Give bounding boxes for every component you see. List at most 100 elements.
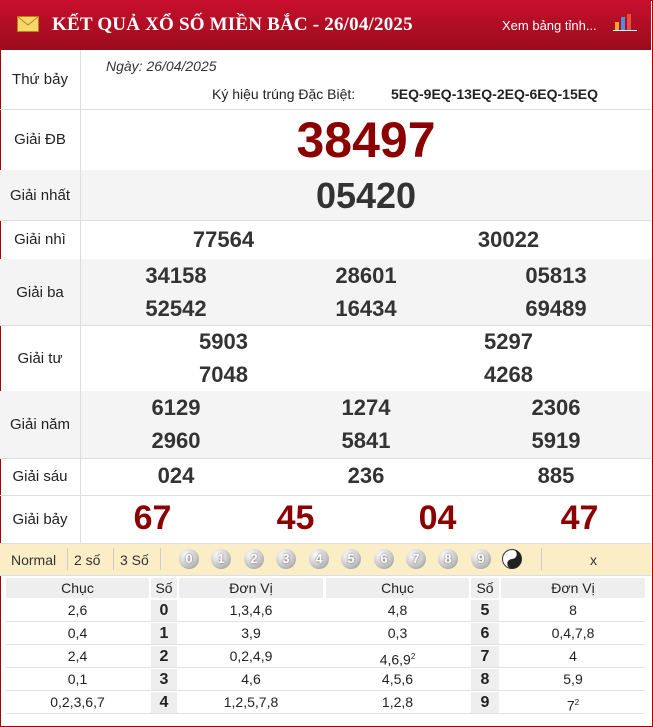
prize-row-sau: Giải sáu 024 236 885	[0, 458, 651, 496]
prize-number: 5919	[531, 428, 581, 453]
loto-value: 2,4	[67, 648, 88, 664]
loto-value: 1,2,5,7,8	[223, 694, 279, 710]
digit-ball-4[interactable]: 4	[309, 549, 329, 569]
loto-cell-donvi: 1,2,5,7,8	[179, 692, 323, 713]
prize-number: 69489	[525, 296, 587, 321]
loto-cell-chuc: 4,8	[326, 600, 469, 621]
loto-cell-chuc: 1,2,8	[326, 692, 469, 713]
prize-number: 16434	[335, 296, 397, 321]
row-divider	[6, 713, 645, 714]
loto-value: 7	[566, 697, 575, 714]
digit-ball-1[interactable]: 1	[211, 549, 231, 569]
loto-cell-donvi: 72	[501, 692, 645, 714]
loto-cell-chuc: 0,3	[326, 623, 469, 644]
prize-number: 5297	[484, 329, 533, 354]
digit-ball-2[interactable]: 2	[244, 549, 264, 569]
draw-date: Ngày: 26/04/2025	[106, 58, 217, 74]
info-row: Thứ bảy Ngày: 26/04/2025 Ký hiệu trúng Đ…	[0, 50, 651, 110]
close-filter-button[interactable]: x	[590, 552, 597, 568]
digit-ball-8[interactable]: 8	[438, 549, 458, 569]
loto-value: 4,8	[387, 602, 408, 618]
bar-chart-icon[interactable]	[613, 13, 637, 31]
divider	[67, 548, 68, 570]
digit-ball-5[interactable]: 5	[341, 549, 361, 569]
loto-header-donvi: Đơn Vị	[179, 578, 323, 598]
loto-cell-chuc: 4,6,92	[326, 646, 469, 668]
prize-label: Giải nhì	[0, 220, 81, 259]
loto-header-chuc: Chục	[326, 578, 469, 598]
loto-header-chuc: Chục	[6, 578, 149, 598]
digit-ball-6[interactable]: 6	[374, 549, 394, 569]
loto-value: 8	[480, 671, 490, 688]
loto-cell-so: 6	[471, 623, 499, 644]
prize-label: Giải sáu	[0, 458, 81, 495]
envelope-icon[interactable]	[17, 16, 39, 32]
loto-cell-donvi: 3,9	[179, 623, 323, 644]
loto-cell-donvi: 0,4,7,8	[501, 623, 645, 644]
prize-number: 236	[347, 463, 385, 488]
prize-row-tu: Giải tư 5903 5297 7048 4268	[0, 325, 651, 392]
digit-ball-7[interactable]: 7	[406, 549, 426, 569]
loto-value: 4,5,6	[381, 671, 414, 687]
divider	[113, 548, 114, 570]
prize-row-ba: Giải ba 34158 28601 05813 52542 16434 69…	[0, 259, 651, 326]
prize-row-nhat: Giải nhất 05420	[0, 170, 651, 221]
loto-cell-chuc: 0,1	[6, 669, 149, 690]
loto-cell-chuc: 2,6	[6, 600, 149, 621]
loto-cell-donvi: 1,3,4,6	[179, 600, 323, 621]
prize-number: 52542	[145, 296, 207, 321]
yin-yang-icon[interactable]	[502, 549, 522, 569]
loto-header-so: Số	[151, 578, 177, 598]
loto-value: 1,3,4,6	[229, 602, 273, 618]
divider	[541, 548, 542, 570]
loto-value: 0,2,4,9	[229, 648, 273, 664]
prize-number: 024	[157, 463, 195, 488]
digit-ball-3[interactable]: 3	[276, 549, 296, 569]
special-code-label: Ký hiệu trúng Đặc Biệt:	[212, 86, 356, 102]
loto-value: 0,3	[387, 625, 408, 641]
loto-cell-chuc: 0,2,3,6,7	[6, 692, 149, 713]
loto-cell-so: 2	[151, 646, 177, 667]
prize-label: Giải ba	[0, 259, 81, 325]
prize-number: 38497	[296, 112, 436, 168]
row-divider	[6, 667, 645, 668]
loto-cell-so: 3	[151, 669, 177, 690]
loto-value: 0,4	[67, 625, 88, 641]
loto-cell-donvi: 4,6	[179, 669, 323, 690]
digit-ball-0[interactable]: 0	[179, 549, 199, 569]
loto-value: 0,2,3,6,7	[50, 694, 105, 710]
prize-number: 45	[276, 499, 315, 537]
page-title: KẾT QUẢ XỔ SỐ MIỀN BẮC - 26/04/2025	[52, 14, 413, 35]
prize-row-db: Giải ĐB 38497	[0, 109, 651, 171]
prize-number: 6129	[151, 395, 201, 420]
loto-value: 8	[569, 602, 577, 618]
loto-value: 0,1	[67, 671, 88, 687]
filter-3-digits[interactable]: 3 Số	[120, 552, 149, 568]
loto-value: 3,9	[241, 625, 261, 641]
prize-label: Giải năm	[0, 391, 81, 458]
loto-value: 0	[159, 602, 169, 619]
prize-number: 5841	[341, 428, 391, 453]
row-divider	[6, 690, 645, 691]
prize-label: Giải tư	[0, 325, 81, 391]
filter-normal[interactable]: Normal	[11, 552, 56, 568]
prize-number: 34158	[145, 263, 207, 288]
header-bar: KẾT QUẢ XỔ SỐ MIỀN BẮC - 26/04/2025 Xem …	[0, 0, 651, 50]
prize-number: 28601	[335, 263, 397, 288]
filter-2-digits[interactable]: 2 số	[74, 552, 100, 568]
digit-ball-9[interactable]: 9	[471, 549, 491, 569]
prize-label: Giải bảy	[0, 495, 81, 543]
loto-value: 3	[159, 671, 169, 688]
prize-number: 4268	[484, 362, 533, 387]
loto-cell-so: 7	[471, 646, 499, 667]
prize-number: 885	[537, 463, 575, 488]
view-provinces-link[interactable]: Xem bảng tỉnh...	[502, 18, 597, 33]
prize-row-bay: Giải bảy 67 45 04 47	[0, 495, 651, 543]
loto-cell-so: 4	[151, 692, 177, 713]
loto-count-superscript: 2	[574, 698, 580, 707]
row-divider	[6, 621, 645, 622]
prize-number: 05420	[315, 175, 417, 216]
loto-value: 4,6,9	[379, 651, 411, 668]
prize-number: 05813	[525, 263, 587, 288]
loto-cell-so: 1	[151, 623, 177, 644]
